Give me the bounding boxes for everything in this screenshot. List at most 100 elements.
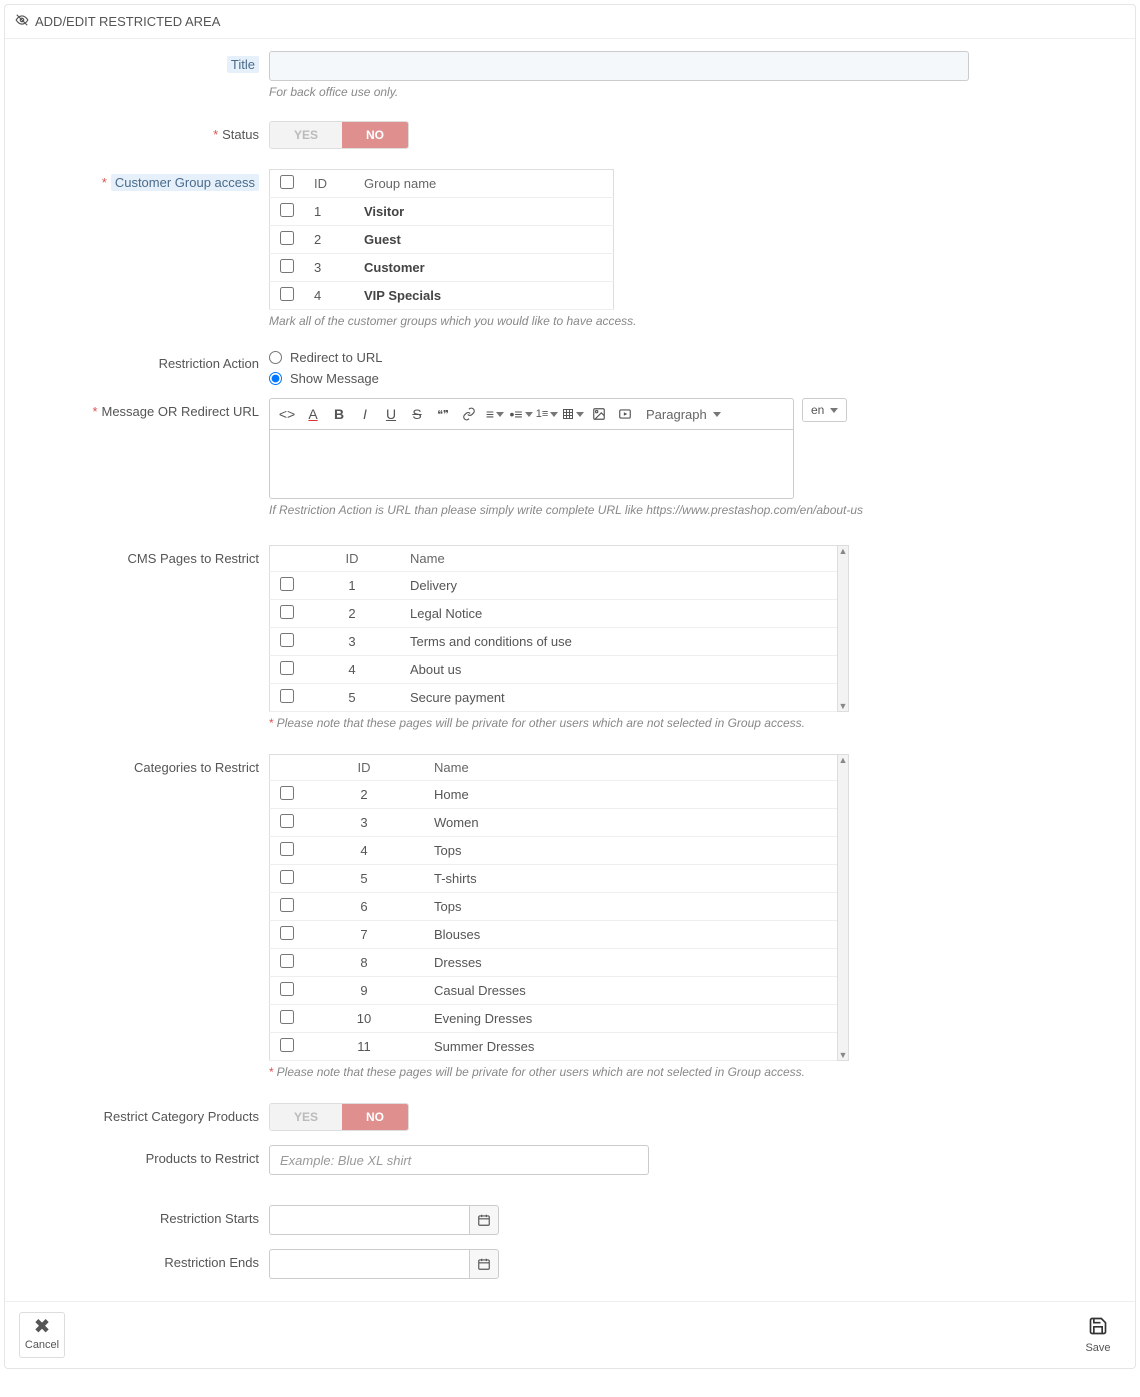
close-icon: ✖ [34, 1317, 51, 1337]
eye-slash-icon [15, 13, 29, 30]
row-name: Women [424, 809, 839, 837]
row-id: 5 [304, 684, 400, 712]
row-checkbox[interactable] [280, 842, 294, 856]
align-icon[interactable]: ≡ [484, 403, 506, 425]
table-icon[interactable] [562, 403, 584, 425]
message-help: If Restriction Action is URL than please… [269, 503, 1119, 517]
underline-icon[interactable]: U [380, 403, 402, 425]
row-id: 1 [304, 572, 400, 600]
row-name: T-shirts [424, 865, 839, 893]
row-checkbox[interactable] [280, 898, 294, 912]
table-row: 4About us [270, 656, 839, 684]
status-yes-button[interactable]: YES [270, 122, 342, 148]
strikethrough-icon[interactable]: S [406, 403, 428, 425]
cancel-button[interactable]: ✖ Cancel [19, 1312, 65, 1358]
panel-add-edit-restricted-area: ADD/EDIT RESTRICTED AREA Title For back … [4, 4, 1136, 1369]
table-row: 5T-shirts [270, 865, 839, 893]
save-button[interactable]: Save [1075, 1312, 1121, 1358]
row-checkbox[interactable] [280, 203, 294, 217]
row-checkbox[interactable] [280, 1010, 294, 1024]
bullet-list-icon[interactable]: •≡ [510, 403, 532, 425]
row-name: Home [424, 781, 839, 809]
row-checkbox[interactable] [280, 577, 294, 591]
row-name: Delivery [400, 572, 839, 600]
row-checkbox[interactable] [280, 287, 294, 301]
save-icon [1088, 1316, 1108, 1340]
row-checkbox[interactable] [280, 786, 294, 800]
blockquote-icon[interactable]: ❝❞ [432, 403, 454, 425]
source-code-icon[interactable]: <> [276, 403, 298, 425]
table-row: 3Women [270, 809, 839, 837]
editor-textarea[interactable] [269, 429, 794, 499]
label-status: Status [222, 127, 259, 142]
text-color-icon[interactable]: A [302, 403, 324, 425]
categories-scrollbar[interactable]: ▲▼ [837, 754, 849, 1061]
status-no-button[interactable]: NO [342, 122, 408, 148]
row-name: VIP Specials [354, 282, 614, 310]
row-id: 2 [304, 600, 400, 628]
cms-scrollbar[interactable]: ▲▼ [837, 545, 849, 712]
row-checkbox[interactable] [280, 814, 294, 828]
row-checkbox[interactable] [280, 605, 294, 619]
title-input[interactable] [269, 51, 969, 81]
radio-message[interactable]: Show Message [269, 371, 1119, 386]
label-restrict-products-toggle: Restrict Category Products [104, 1109, 259, 1124]
numbered-list-icon[interactable]: 1≡ [536, 403, 558, 425]
radio-redirect[interactable]: Redirect to URL [269, 350, 1119, 365]
image-icon[interactable] [588, 403, 610, 425]
row-name: Legal Notice [400, 600, 839, 628]
row-name: Terms and conditions of use [400, 628, 839, 656]
paragraph-dropdown[interactable]: Paragraph [640, 407, 727, 422]
table-row: 10Evening Dresses [270, 1005, 839, 1033]
title-help: For back office use only. [269, 85, 1119, 99]
row-checkbox[interactable] [280, 1038, 294, 1052]
label-categories: Categories to Restrict [134, 760, 259, 775]
row-name: Visitor [354, 198, 614, 226]
row-checkbox[interactable] [280, 870, 294, 884]
row-checkbox[interactable] [280, 689, 294, 703]
row-id: 10 [304, 1005, 424, 1033]
row-name: Casual Dresses [424, 977, 839, 1005]
language-dropdown[interactable]: en [802, 398, 847, 422]
label-starts: Restriction Starts [160, 1211, 259, 1226]
table-row: 2Guest [270, 226, 614, 254]
row-checkbox[interactable] [280, 231, 294, 245]
row-checkbox[interactable] [280, 926, 294, 940]
calendar-icon[interactable] [469, 1249, 499, 1279]
table-row: 3Customer [270, 254, 614, 282]
group-select-all-checkbox[interactable] [280, 175, 294, 189]
table-row: 2Legal Notice [270, 600, 839, 628]
categories-note: *Please note that these pages will be pr… [269, 1065, 1119, 1079]
products-input[interactable] [269, 1145, 649, 1175]
restriction-starts-input[interactable] [269, 1205, 469, 1235]
row-id: 6 [304, 893, 424, 921]
row-checkbox[interactable] [280, 954, 294, 968]
restrict-products-yes-button[interactable]: YES [270, 1104, 342, 1130]
row-id: 7 [304, 921, 424, 949]
row-checkbox[interactable] [280, 661, 294, 675]
row-id: 11 [304, 1033, 424, 1061]
row-checkbox[interactable] [280, 982, 294, 996]
label-message: Message OR Redirect URL [102, 404, 260, 419]
table-row: 4VIP Specials [270, 282, 614, 310]
restrict-products-no-button[interactable]: NO [342, 1104, 408, 1130]
calendar-icon[interactable] [469, 1205, 499, 1235]
table-row: 1Delivery [270, 572, 839, 600]
row-id: 3 [304, 809, 424, 837]
table-row: 2Home [270, 781, 839, 809]
italic-icon[interactable]: I [354, 403, 376, 425]
table-row: 8Dresses [270, 949, 839, 977]
row-id: 4 [304, 837, 424, 865]
row-id: 4 [304, 656, 400, 684]
row-name: Summer Dresses [424, 1033, 839, 1061]
link-icon[interactable] [458, 403, 480, 425]
row-checkbox[interactable] [280, 259, 294, 273]
bold-icon[interactable]: B [328, 403, 350, 425]
col-name: Group name [354, 170, 614, 198]
col-id: ID [304, 170, 354, 198]
video-icon[interactable] [614, 403, 636, 425]
restriction-ends-input[interactable] [269, 1249, 469, 1279]
row-checkbox[interactable] [280, 633, 294, 647]
col-name: Name [424, 755, 839, 781]
rich-text-editor: <> A B I U S ❝❞ ≡ •≡ 1≡ [269, 398, 794, 499]
